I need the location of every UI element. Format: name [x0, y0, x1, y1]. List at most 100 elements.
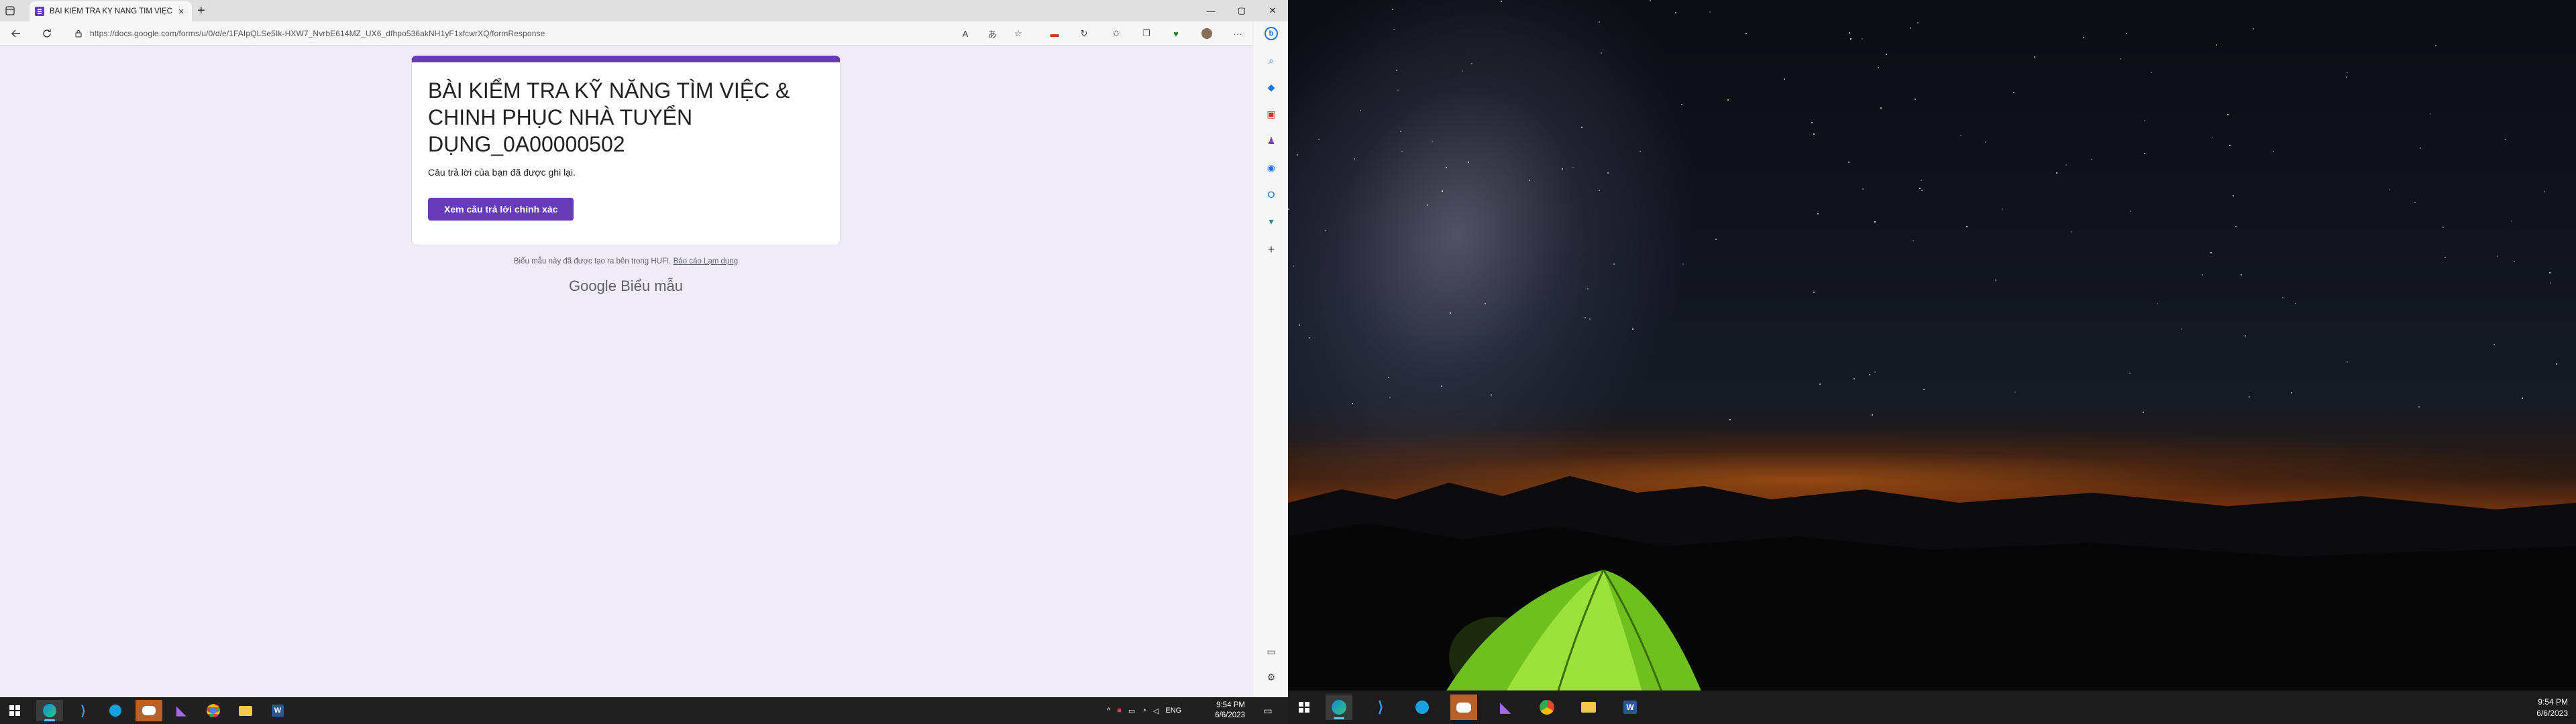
more-menu-icon[interactable]: ··· — [1232, 27, 1244, 40]
star-dot — [1360, 110, 1361, 111]
sidebar-settings-gear-icon[interactable]: ⚙ — [1265, 670, 1278, 684]
form-title: BÀI KIỂM TRA KỸ NĂNG TÌM VIỆC & CHINH PH… — [428, 78, 790, 156]
read-aloud-icon[interactable]: A — [959, 27, 971, 40]
notification-icon[interactable]: ▭ — [1254, 700, 1281, 721]
form-footer-note: Biểu mẫu này đã được tạo ra bên trong HU… — [411, 257, 841, 265]
search-icon[interactable]: ⌕ — [1265, 54, 1278, 67]
favorites-icon[interactable]: ✩ — [1110, 27, 1122, 40]
tab-actions-icon[interactable] — [4, 5, 17, 17]
star-dot — [2522, 398, 2523, 399]
edge-alt-app-icon[interactable] — [102, 700, 129, 721]
profile-avatar-icon[interactable] — [1201, 27, 1213, 40]
star-dot — [1921, 190, 1923, 191]
tab-active[interactable]: BÀI KIỂM TRA KỸ NĂNG TÌM VIỆC × — [30, 1, 192, 21]
star-dot — [2253, 28, 2254, 29]
browser-essentials-icon[interactable]: ♥ — [1170, 27, 1182, 40]
favorite-star-icon[interactable]: ☆ — [1012, 27, 1024, 40]
edge-alt-right-app-icon[interactable] — [1409, 695, 1436, 720]
chrome-right-app-icon[interactable] — [1534, 695, 1560, 720]
star-dot — [1589, 318, 1591, 320]
star-dot — [1529, 180, 1530, 181]
star-dot — [1923, 389, 1925, 390]
battery-icon[interactable]: ▭ — [1128, 707, 1135, 715]
volume-icon[interactable]: ◁ — [1153, 707, 1159, 715]
taskbar-right-clock[interactable]: 9:54 PM 6/6/2023 — [2536, 697, 2568, 719]
bing-chat-icon[interactable]: b — [1265, 27, 1278, 40]
form-confirmation-card: BÀI KIỂM TRA KỸ NĂNG TÌM VIỆC & CHINH PH… — [411, 56, 841, 245]
google-forms-logo[interactable]: Google Biểu mẫu — [411, 278, 841, 295]
shopping-icon[interactable]: ◆ — [1265, 80, 1278, 94]
tools-icon[interactable]: ▣ — [1265, 107, 1278, 121]
form-page: BÀI KIỂM TRA KỸ NĂNG TÌM VIỆC & CHINH PH… — [0, 46, 1252, 697]
maximize-icon[interactable]: ▢ — [1226, 0, 1257, 21]
outlook-icon[interactable]: O — [1265, 188, 1278, 201]
file-explorer-right-app-icon[interactable] — [1575, 695, 1602, 720]
start-windows-right-icon[interactable] — [1291, 695, 1318, 720]
add-sidebar-app-icon[interactable]: + — [1265, 243, 1278, 256]
star-dot — [1599, 190, 1600, 191]
star-dot — [2144, 120, 2145, 121]
star-dot — [1811, 122, 1813, 123]
chrome-app-icon[interactable] — [200, 700, 227, 721]
extension-icon[interactable]: ▬ — [1049, 27, 1061, 40]
view-answers-button[interactable]: Xem câu trả lời chính xác — [428, 198, 574, 221]
close-window-icon[interactable]: ✕ — [1257, 0, 1288, 21]
star-dot — [2493, 344, 2495, 345]
star-dot — [2083, 37, 2084, 38]
taskbar-clock[interactable]: 9:54 PM 6/6/2023 — [1201, 701, 1245, 721]
vscode-app-icon[interactable]: ⟩ — [70, 700, 97, 721]
edge-app-icon[interactable] — [36, 700, 63, 721]
address-bar[interactable]: https://docs.google.com/forms/u/0/d/e/1F… — [74, 24, 1201, 43]
word-right-app-icon[interactable]: W — [1617, 695, 1644, 720]
star-dot — [1854, 378, 1855, 379]
star-dot — [2445, 257, 2446, 258]
new-tab-icon[interactable]: + — [197, 4, 205, 17]
language-indicator[interactable]: ENG — [1165, 707, 1181, 715]
hide-sidebar-icon[interactable]: ▭ — [1265, 645, 1278, 658]
star-dot — [1607, 172, 1609, 174]
word-app-icon[interactable]: W — [264, 700, 291, 721]
chevron-up-icon[interactable]: ^ — [1107, 707, 1110, 715]
star-dot — [1432, 141, 1433, 142]
star-dot — [1352, 403, 1353, 404]
collections-icon[interactable]: ❐ — [1140, 27, 1152, 40]
star-dot — [1318, 139, 1320, 140]
start-windows-icon[interactable] — [1, 700, 28, 721]
visual-studio-app-icon[interactable]: ◣ — [168, 700, 195, 721]
right-clock-time: 9:54 PM — [2538, 697, 2568, 707]
edge-right-app-icon[interactable] — [1326, 695, 1352, 720]
tray-app-icon[interactable]: ■ — [1117, 707, 1122, 715]
translate-icon[interactable]: あ — [986, 27, 998, 40]
star-dot — [1325, 230, 1326, 231]
star-dot — [2249, 396, 2250, 398]
vscode-right-app-icon[interactable]: ⟩ — [1367, 695, 1394, 720]
refresh-extension-icon[interactable]: ↻ — [1078, 27, 1090, 40]
minimize-icon[interactable]: — — [1195, 0, 1226, 21]
star-dot — [2291, 392, 2292, 394]
star-dot — [1746, 33, 1747, 34]
taskbar-left: ⟩ ◣ W ^ ■ ▭ ◔ ◁ ENG 9:54 PM 6/6/2023 ▭ — [0, 697, 1288, 724]
browser-toolbar: https://docs.google.com/forms/u/0/d/e/1F… — [0, 21, 1288, 46]
drop-icon[interactable]: ▾ — [1265, 215, 1278, 228]
report-abuse-link[interactable]: Báo cáo Lạm dụng — [674, 257, 739, 265]
star-dot — [2143, 412, 2144, 413]
right-clock-date: 6/6/2023 — [2536, 709, 2568, 718]
star-dot — [1709, 11, 1711, 13]
star-dot — [2151, 72, 2152, 73]
star-dot — [2347, 72, 2348, 73]
wifi-icon[interactable]: ◔ — [1142, 707, 1146, 715]
visual-studio-right-app-icon[interactable]: ◣ — [1492, 695, 1519, 720]
url-text: https://docs.google.com/forms/u/0/d/e/1F… — [90, 29, 545, 38]
tab-close-icon[interactable]: × — [176, 6, 186, 17]
file-explorer-app-icon[interactable] — [232, 700, 259, 721]
star-dot — [1581, 127, 1582, 128]
office-icon[interactable]: ◉ — [1265, 161, 1278, 174]
star-dot — [2414, 202, 2416, 203]
star-dot — [2347, 361, 2348, 363]
zalo-app-icon[interactable] — [136, 700, 162, 721]
star-dot — [1299, 324, 1300, 326]
zalo-right-app-icon[interactable] — [1450, 695, 1477, 720]
refresh-icon[interactable] — [40, 27, 54, 40]
games-icon[interactable]: ♟ — [1265, 134, 1278, 147]
back-icon[interactable] — [9, 27, 23, 40]
